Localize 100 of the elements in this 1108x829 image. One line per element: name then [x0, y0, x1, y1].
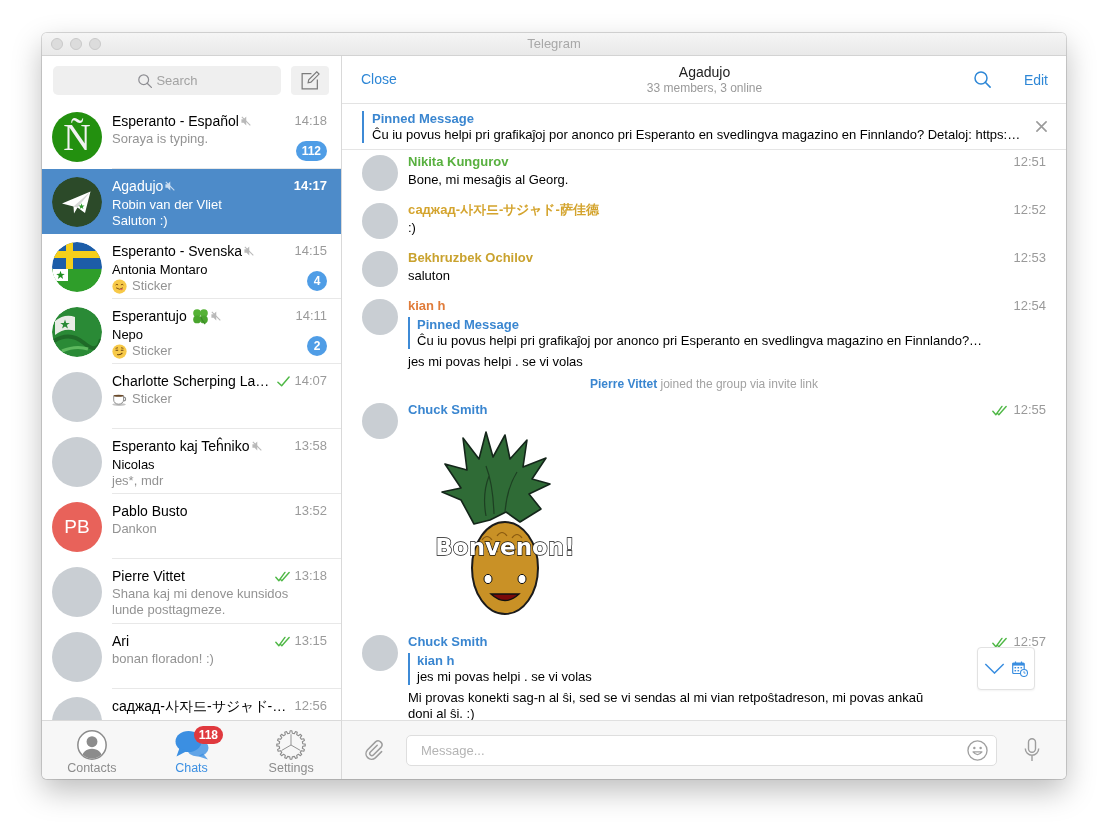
close-icon[interactable] — [1036, 121, 1047, 132]
initials-avatar: PB — [52, 501, 102, 552]
chat-subtitle: 33 members, 3 online — [646, 80, 763, 96]
message-preview: bonan floradon! :) — [112, 651, 214, 667]
paperclip-icon[interactable] — [364, 739, 384, 761]
message-text: Mi provas konekti sag-n al ŝi, sed se vi sendas al mi vian retpoŝtadreson, mi povas ankaŭ doni al ŝi. :) — [408, 690, 925, 720]
chat-name: Charlotte Scherping La… — [112, 372, 270, 390]
search-icon[interactable] — [973, 71, 991, 88]
chat-name: Esperanto - Español — [112, 112, 239, 130]
message-sender: Antonia Montaro — [112, 261, 208, 278]
chat-list-item[interactable]: Charlotte Scherping La… 14:07 Sticker — [42, 364, 341, 429]
message-time: 12:57 — [1012, 633, 1046, 651]
chat-time: 13:58 — [293, 437, 327, 456]
message-preview: jes*, mdr — [112, 473, 164, 489]
reply-author: kian h — [417, 653, 455, 669]
message-sender: Nepo — [112, 326, 144, 343]
message-text: jes mi povas helpi . se vi volas — [408, 354, 583, 370]
compose-icon — [300, 71, 320, 90]
unread-badge: 118 — [193, 726, 224, 744]
microphone-icon[interactable] — [1024, 738, 1040, 762]
message-time: 12:53 — [1012, 249, 1046, 267]
compose-button[interactable] — [291, 66, 329, 95]
chat-time: 13:52 — [293, 502, 327, 521]
edit-button[interactable]: Edit — [1023, 70, 1048, 89]
chat-list-item[interactable]: Agadujo 14:17 Robin van der Vliet Saluton :) — [42, 169, 341, 234]
message-author[interactable]: саджад-사자드-サジャド-萨佳德 — [408, 201, 599, 219]
unread-badge: 2 — [307, 336, 327, 356]
avatar-photo-placeholder[interactable] — [362, 251, 398, 287]
pinned-label: Pinned Message — [372, 110, 474, 127]
unread-badge: 4 — [307, 271, 327, 291]
chat-name: Esperantujo — [112, 307, 187, 325]
reply-author: Pinned Message — [417, 317, 519, 333]
search-icon — [138, 74, 152, 88]
letter-avatar: Ñ — [52, 111, 102, 162]
chat-time: 13:18 — [293, 567, 327, 586]
window-close-button[interactable] — [51, 38, 63, 50]
message-preview: Soraya is typing. — [112, 131, 209, 147]
chevron-down-icon[interactable] — [984, 663, 1006, 674]
avatar-photo-placeholder — [52, 436, 102, 487]
unread-badge: 112 — [295, 141, 327, 161]
chat-name: Pierre Vittet — [112, 567, 185, 585]
message-author[interactable]: Bekhruzbek Ochilov — [408, 249, 533, 267]
message-preview: Shana kaj mi denove kunsidos lunde posttagmeze. — [112, 586, 290, 618]
chat-name: Esperanto kaj Teĥniko — [112, 437, 250, 455]
chat-time: 14:11 — [294, 307, 327, 326]
nav-tab[interactable]: Settings — [241, 721, 341, 779]
message-author[interactable]: kian h — [408, 297, 446, 315]
message-preview: Sticker — [132, 391, 172, 407]
message-text: :) — [408, 219, 416, 237]
window-zoom-button[interactable] — [89, 38, 101, 50]
chat-title: Agadujo — [677, 63, 732, 81]
emoji-icon[interactable] — [967, 739, 988, 761]
message-input[interactable]: Message... — [406, 734, 997, 766]
reply-quote[interactable]: kian h jes mi povas helpi . se vi volas — [408, 653, 592, 685]
nav-tab[interactable]: Chats 118 — [141, 721, 242, 779]
chat-time: 13:15 — [293, 632, 327, 651]
chat-list-item[interactable]: Pierre Vittet 13:18 Shana kaj mi denove kunsidos lunde posttagmeze. — [42, 559, 341, 624]
close-button[interactable]: Close — [361, 69, 397, 88]
chat-time: 14:07 — [293, 372, 327, 391]
chat-time: 14:18 — [293, 112, 327, 131]
message-sender: Robin van der Vliet — [112, 196, 222, 213]
message-preview: Sticker — [132, 278, 172, 294]
message-author[interactable]: Chuck Smith — [408, 633, 488, 651]
window-minimize-button[interactable] — [70, 38, 82, 50]
member-link[interactable]: Pierre Vittet — [590, 377, 658, 391]
chat-list-item[interactable]: Esperanto kaj Teĥniko 13:58 Nicolas jes*, mdr — [42, 429, 341, 494]
message-time: 12:52 — [1012, 201, 1046, 219]
calendar-icon[interactable] — [1011, 660, 1028, 677]
avatar-photo-placeholder[interactable] — [362, 299, 398, 335]
reply-quote[interactable]: Pinned Message Ĉu iu povus helpi pri grafikaĵoj por anonco pri Esperanto en svedlingva magazino en Finnlando?… — [408, 317, 983, 349]
chat-time: 14:17 — [292, 177, 327, 196]
reply-text: Ĉu iu povus helpi pri grafikaĵoj por anonco pri Esperanto en svedlingva magazino en Finnlando?… — [417, 333, 983, 349]
chat-time: 14:15 — [293, 242, 327, 261]
chat-list-item[interactable]: PB Pablo Busto 13:52 Dankon — [42, 494, 341, 559]
chat-name: Agadujo — [112, 177, 164, 195]
search-field[interactable]: Search — [53, 66, 281, 95]
chat-name: Ari — [112, 632, 130, 650]
chat-name: Pablo Busto — [112, 502, 188, 520]
message-time: 12:55 — [1012, 401, 1046, 419]
message-preview: Saluton :) — [112, 213, 168, 229]
avatar-photo-placeholder — [52, 371, 102, 422]
pinned-message[interactable]: Pinned Message Ĉu iu povus helpi pri grafikaĵoj por anonco pri Esperanto en svedlingva magazino en Finnlando? Detaloj: https:… — [362, 110, 1028, 143]
message-sender: Nicolas — [112, 456, 155, 473]
chat-list-item[interactable]: Ari 13:15 bonan floradon! :) — [42, 624, 341, 689]
avatar-photo-placeholder[interactable] — [362, 403, 398, 439]
pinned-text: Ĉu iu povus helpi pri grafikaĵoj por anonco pri Esperanto en svedlingva magazino en Finnlando? Detaloj: https:… — [372, 126, 1022, 143]
message-time: 12:54 — [1012, 297, 1046, 315]
chat-name: саджад-사자드-サジャド-… — [112, 697, 287, 715]
avatar-photo-placeholder[interactable] — [362, 635, 398, 671]
chat-list-item[interactable]: Esperantujo 14:11 Nepo Sticker 2 — [42, 299, 341, 364]
message-author[interactable]: Chuck Smith — [408, 401, 488, 419]
message-author[interactable]: Nikita Kungurov — [408, 153, 509, 171]
chat-list-item[interactable]: Esperanto - Svenska 14:15 Antonia Montaro Sticker 4 — [42, 234, 341, 299]
flag-avatar-icon — [52, 241, 102, 292]
nav-tab[interactable]: Contacts — [42, 721, 142, 779]
reply-text: jes mi povas helpi . se vi volas — [417, 669, 592, 685]
message-preview: Dankon — [112, 521, 157, 537]
avatar-photo-placeholder[interactable] — [362, 203, 398, 239]
message-time: 12:51 — [1012, 153, 1046, 171]
avatar-photo-placeholder[interactable] — [362, 155, 398, 191]
